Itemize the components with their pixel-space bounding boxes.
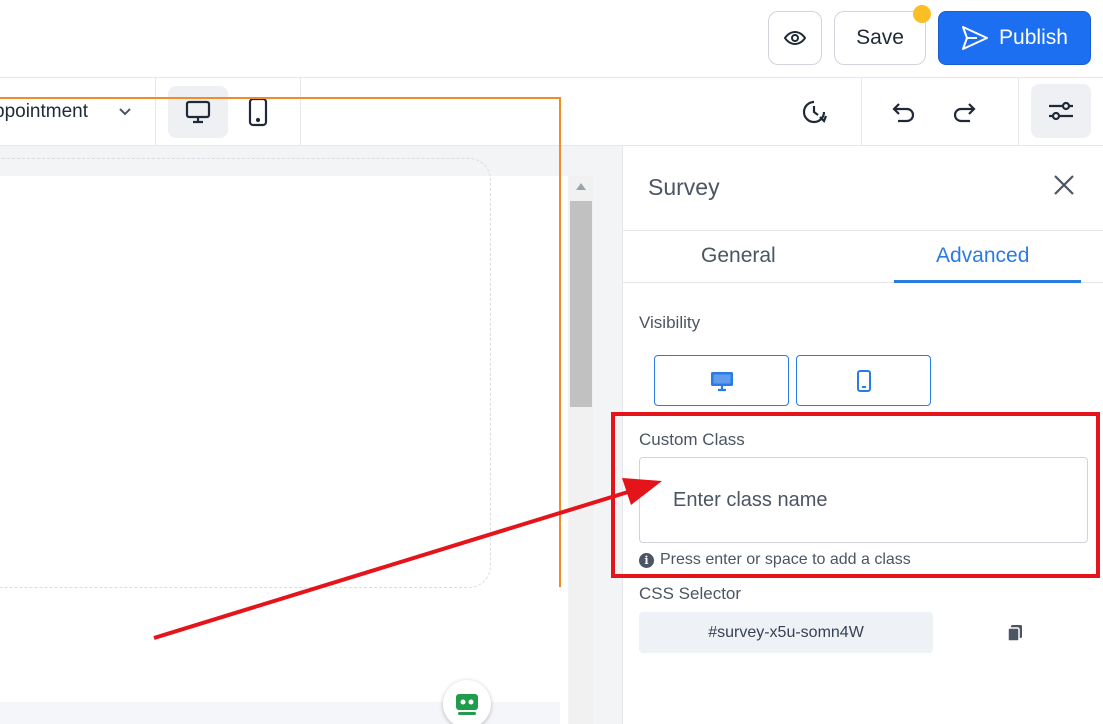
preview-button[interactable] [768, 11, 822, 65]
save-button[interactable]: Save [834, 11, 926, 65]
tab-advanced[interactable]: Advanced [936, 244, 1029, 268]
undo-icon [892, 103, 915, 123]
active-tab-indicator [894, 280, 1081, 283]
visibility-mobile-toggle[interactable] [796, 355, 931, 406]
assistant-button[interactable] [443, 680, 491, 724]
sliders-icon [1049, 101, 1073, 121]
css-selector-label: CSS Selector [639, 584, 742, 603]
history-button[interactable] [788, 86, 840, 138]
scrollbar-thumb[interactable] [570, 201, 592, 407]
eye-icon [783, 30, 807, 46]
robot-icon [456, 694, 478, 715]
visibility-label: Visibility [639, 313, 701, 332]
save-button-label: Save [856, 26, 904, 49]
css-selector-value: #survey-x5u-somn4W [639, 612, 933, 653]
publish-button[interactable]: Publish [938, 11, 1091, 65]
phone-icon [856, 369, 871, 392]
panel-title: Survey [648, 174, 720, 200]
highlight-box [611, 412, 1100, 578]
survey-element-container[interactable] [0, 158, 491, 588]
top-bar: Save Publish [0, 0, 1103, 78]
close-icon[interactable] [1051, 172, 1077, 198]
scroll-up-arrow[interactable] [569, 182, 593, 196]
triangle-up-icon [576, 183, 586, 190]
divider [1018, 78, 1019, 146]
canvas-scrollbar[interactable] [569, 176, 593, 724]
redo-button[interactable] [938, 86, 990, 138]
copy-icon[interactable] [1005, 623, 1025, 643]
monitor-icon [710, 371, 733, 391]
undo-button[interactable] [878, 86, 930, 138]
redo-icon [953, 103, 976, 123]
send-icon [962, 26, 989, 50]
divider [623, 230, 1103, 231]
divider [861, 78, 862, 146]
visibility-desktop-toggle[interactable] [654, 355, 789, 406]
tab-general[interactable]: General [701, 244, 776, 268]
settings-panel-toggle[interactable] [1031, 84, 1091, 138]
unsaved-indicator [913, 5, 931, 23]
history-icon [802, 100, 828, 124]
publish-button-label: Publish [999, 26, 1068, 49]
